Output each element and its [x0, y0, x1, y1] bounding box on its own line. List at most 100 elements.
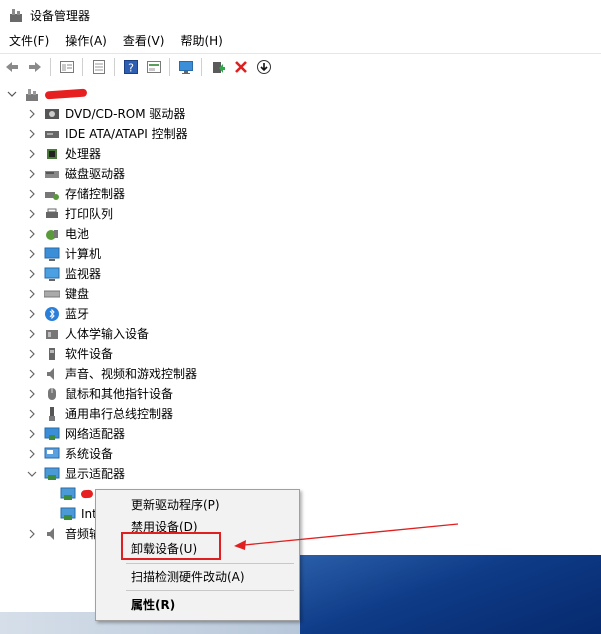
tree-category[interactable]: IDE ATA/ATAPI 控制器 [26, 124, 188, 144]
tree-category[interactable]: 通用串行总线控制器 [26, 404, 173, 424]
chevron-right-icon[interactable] [26, 208, 38, 220]
chevron-right-icon[interactable] [26, 188, 38, 200]
tree-category[interactable]: 声音、视频和游戏控制器 [26, 364, 197, 384]
chevron-right-icon[interactable] [26, 428, 38, 440]
display-adapter-icon [44, 466, 60, 482]
download-icon[interactable] [253, 56, 275, 78]
bluetooth-icon [44, 306, 60, 322]
chevron-right-icon[interactable] [26, 448, 38, 460]
tree-category[interactable]: DVD/CD-ROM 驱动器 [26, 104, 185, 124]
properties-icon[interactable] [56, 56, 78, 78]
toolbar-separator [201, 58, 202, 76]
tree-category[interactable]: 存储控制器 [26, 184, 125, 204]
computer-root-icon [24, 86, 40, 102]
tree-category[interactable]: 显示适配器 [26, 464, 125, 484]
tree-category-label: 监视器 [65, 267, 102, 281]
chevron-right-icon[interactable] [26, 348, 38, 360]
tree-category-label: IDE ATA/ATAPI 控制器 [65, 127, 188, 141]
display-adapter-1[interactable] [54, 484, 94, 504]
display-adapter-icon [60, 506, 76, 522]
tree-category[interactable]: 鼠标和其他指针设备 [26, 384, 173, 404]
tree-category-label: 通用串行总线控制器 [65, 407, 174, 421]
tree-category[interactable]: 计算机 [26, 244, 101, 264]
update-driver-icon[interactable] [207, 56, 229, 78]
list-icon[interactable] [88, 56, 110, 78]
chevron-right-icon[interactable] [26, 388, 38, 400]
dvd-drive-icon [44, 106, 60, 122]
annotation-highlight-box [121, 532, 221, 560]
tree-category[interactable]: 处理器 [26, 144, 101, 164]
chevron-down-icon[interactable] [26, 468, 38, 480]
monitor-icon[interactable] [175, 56, 197, 78]
device-manager-icon [8, 7, 24, 23]
computer-icon [44, 246, 60, 262]
tree-category[interactable]: 电池 [26, 224, 89, 244]
toolbar-separator [169, 58, 170, 76]
tree-category-label: 磁盘驱动器 [65, 167, 126, 181]
chevron-right-icon[interactable] [26, 288, 38, 300]
tree-category-label: 鼠标和其他指针设备 [65, 387, 174, 401]
chevron-right-icon[interactable] [26, 148, 38, 160]
display-adapter-icon [60, 486, 76, 502]
window-title: 设备管理器 [30, 8, 91, 23]
tree-category[interactable]: 键盘 [26, 284, 89, 304]
chevron-right-icon[interactable] [26, 408, 38, 420]
ctx-scan-hardware[interactable]: 扫描检测硬件改动(A) [96, 566, 299, 588]
tree-category[interactable]: 软件设备 [26, 344, 113, 364]
view-icon[interactable] [143, 56, 165, 78]
menu-file[interactable]: 文件(F) [2, 30, 56, 52]
chevron-right-icon[interactable] [26, 128, 38, 140]
chevron-right-icon[interactable] [26, 248, 38, 260]
tree-category-label: 计算机 [65, 247, 102, 261]
battery-icon [44, 226, 60, 242]
back-icon[interactable] [1, 56, 23, 78]
menu-bar: 文件(F) 操作(A) 查看(V) 帮助(H) [0, 30, 601, 52]
display-adapter-2[interactable]: Int [54, 504, 97, 524]
chevron-right-icon[interactable] [26, 368, 38, 380]
tree-category-label: 电池 [65, 227, 90, 241]
tree-category-label: DVD/CD-ROM 驱动器 [65, 107, 186, 121]
redacted-computer-name [44, 88, 88, 100]
tree-category[interactable]: 打印队列 [26, 204, 113, 224]
tree-category[interactable]: 网络适配器 [26, 424, 125, 444]
menu-help[interactable]: 帮助(H) [173, 30, 229, 52]
chevron-right-icon[interactable] [26, 228, 38, 240]
chevron-right-icon[interactable] [26, 168, 38, 180]
ctx-update-driver[interactable]: 更新驱动程序(P) [96, 494, 299, 516]
forward-icon[interactable] [24, 56, 46, 78]
speaker-icon [44, 526, 60, 542]
svg-text:?: ? [128, 62, 134, 75]
tree-category-label: 键盘 [65, 287, 90, 301]
tree-category[interactable]: 监视器 [26, 264, 101, 284]
tree-category-audio[interactable]: 音频输 [26, 524, 101, 544]
ctx-separator [126, 590, 294, 591]
menu-action[interactable]: 操作(A) [58, 30, 114, 52]
title-bar: 设备管理器 [0, 0, 601, 30]
chevron-right-icon[interactable] [26, 528, 38, 540]
toolbar-separator [50, 58, 51, 76]
ctx-properties[interactable]: 属性(R) [96, 594, 299, 616]
uninstall-icon[interactable] [230, 56, 252, 78]
tree-category[interactable]: 磁盘驱动器 [26, 164, 125, 184]
tree-category-label: 显示适配器 [65, 467, 126, 481]
tree-category[interactable]: 系统设备 [26, 444, 113, 464]
tree-root[interactable] [6, 84, 88, 104]
chevron-right-icon[interactable] [26, 268, 38, 280]
tree-category[interactable]: 人体学输入设备 [26, 324, 149, 344]
toolbar-separator [114, 58, 115, 76]
usb-icon [44, 406, 60, 422]
speaker-icon [44, 366, 60, 382]
toolbar-separator [82, 58, 83, 76]
hid-icon [44, 326, 60, 342]
tree-category-label: 声音、视频和游戏控制器 [65, 367, 198, 381]
tree-category[interactable]: 蓝牙 [26, 304, 89, 324]
menu-view[interactable]: 查看(V) [116, 30, 172, 52]
chevron-right-icon[interactable] [26, 108, 38, 120]
chevron-right-icon[interactable] [26, 328, 38, 340]
chevron-right-icon[interactable] [26, 308, 38, 320]
help-icon[interactable]: ? [120, 56, 142, 78]
processor-icon [44, 146, 60, 162]
chevron-down-icon[interactable] [6, 88, 18, 100]
software-device-icon [44, 346, 60, 362]
tree-category-label: 蓝牙 [65, 307, 90, 321]
